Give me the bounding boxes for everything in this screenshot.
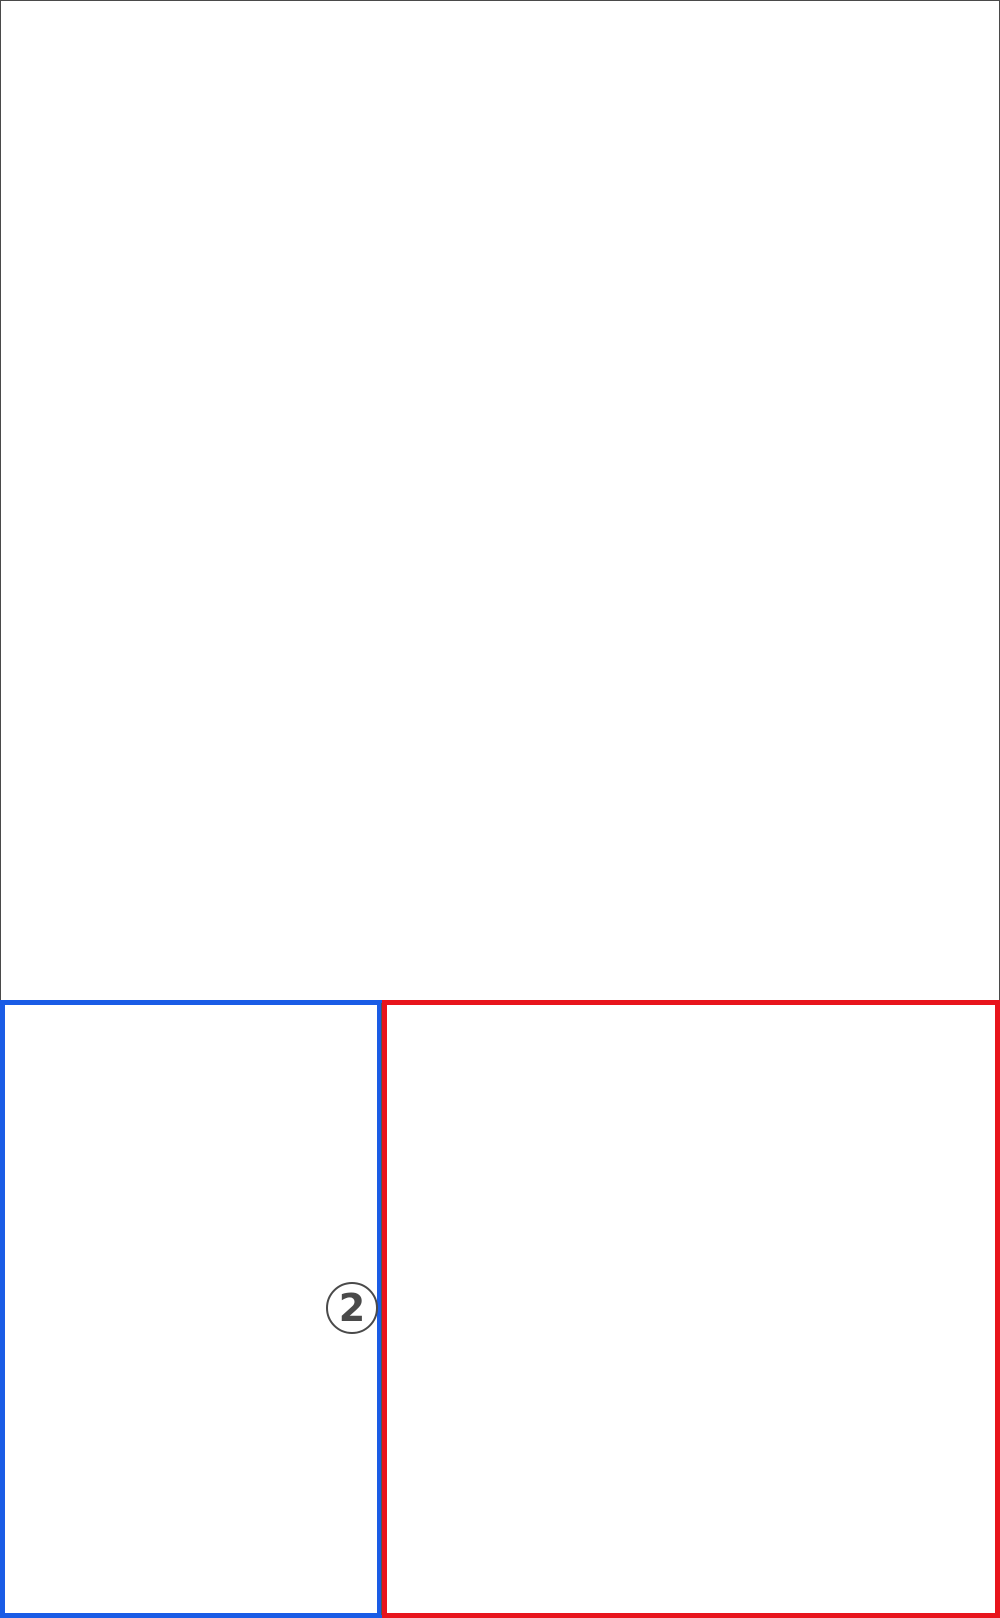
top-square-region bbox=[1, 1, 999, 1000]
blue-outlined-box bbox=[0, 1000, 382, 1618]
vertical-divider-line bbox=[381, 1003, 382, 1615]
circled-number-marker: 2 bbox=[326, 1282, 378, 1334]
marker-label: 2 bbox=[338, 1286, 366, 1330]
red-outlined-box bbox=[382, 1000, 1000, 1618]
